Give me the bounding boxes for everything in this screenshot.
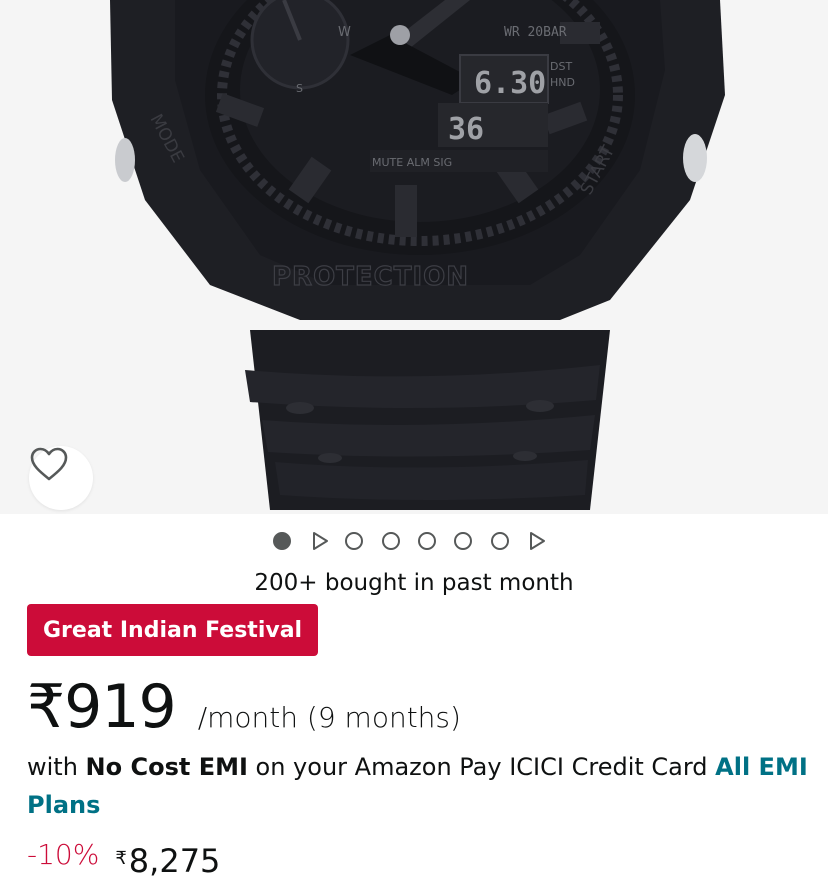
final-price: ₹ 8,275 (115, 842, 220, 880)
carousel-dot-5[interactable] (418, 532, 436, 550)
wishlist-button[interactable] (29, 446, 93, 510)
carousel-dot-6[interactable] (454, 532, 472, 550)
carousel-video-play-icon[interactable] (311, 531, 329, 551)
digital-time-text: 6.30 (474, 66, 546, 101)
currency-symbol: ₹ (115, 848, 127, 869)
svg-text:DST: DST (550, 60, 572, 73)
carousel-dot-4[interactable] (382, 532, 400, 550)
discount-percent: -10% (27, 838, 100, 871)
svg-text:HND: HND (550, 76, 575, 89)
carousel-dot-3[interactable] (345, 532, 363, 550)
deal-badge: Great Indian Festival (27, 604, 319, 656)
water-resist-text: WR 20BAR (504, 25, 567, 40)
carousel-dot-1[interactable] (273, 532, 291, 550)
product-image-gallery[interactable]: WR 20BAR 6.30 DST HND 36 MUTE ALM SIG W … (0, 0, 828, 514)
digital-seconds-text: 36 (448, 112, 484, 147)
emi-prefix: with (27, 753, 86, 781)
final-price-row: -10% ₹ 8,275 (27, 838, 220, 880)
heart-outline-icon (30, 447, 68, 481)
svg-text:S: S (296, 82, 303, 95)
carousel-indicators (0, 528, 828, 554)
emi-card-text: on your Amazon Pay ICICI Credit Card (247, 753, 716, 781)
no-cost-emi-label: No Cost EMI (85, 753, 248, 781)
carousel-dot-7[interactable] (491, 532, 509, 550)
svg-text:MUTE ALM SIG: MUTE ALM SIG (372, 156, 452, 169)
emi-monthly-price: ₹919 (27, 672, 177, 742)
final-price-amount: 8,275 (128, 842, 221, 880)
bought-past-month-text: 200+ bought in past month (254, 570, 574, 596)
product-image-watch: WR 20BAR 6.30 DST HND 36 MUTE ALM SIG W … (110, 0, 725, 510)
emi-offer-text: with No Cost EMI on your Amazon Pay ICIC… (27, 748, 812, 824)
svg-text:W: W (338, 25, 351, 40)
carousel-video-play-icon[interactable] (528, 531, 546, 551)
emi-price-row: ₹919 /month (9 months) (27, 672, 461, 748)
emi-period: /month (9 months) (197, 701, 461, 734)
svg-text:PROTECTION: PROTECTION (272, 262, 469, 292)
